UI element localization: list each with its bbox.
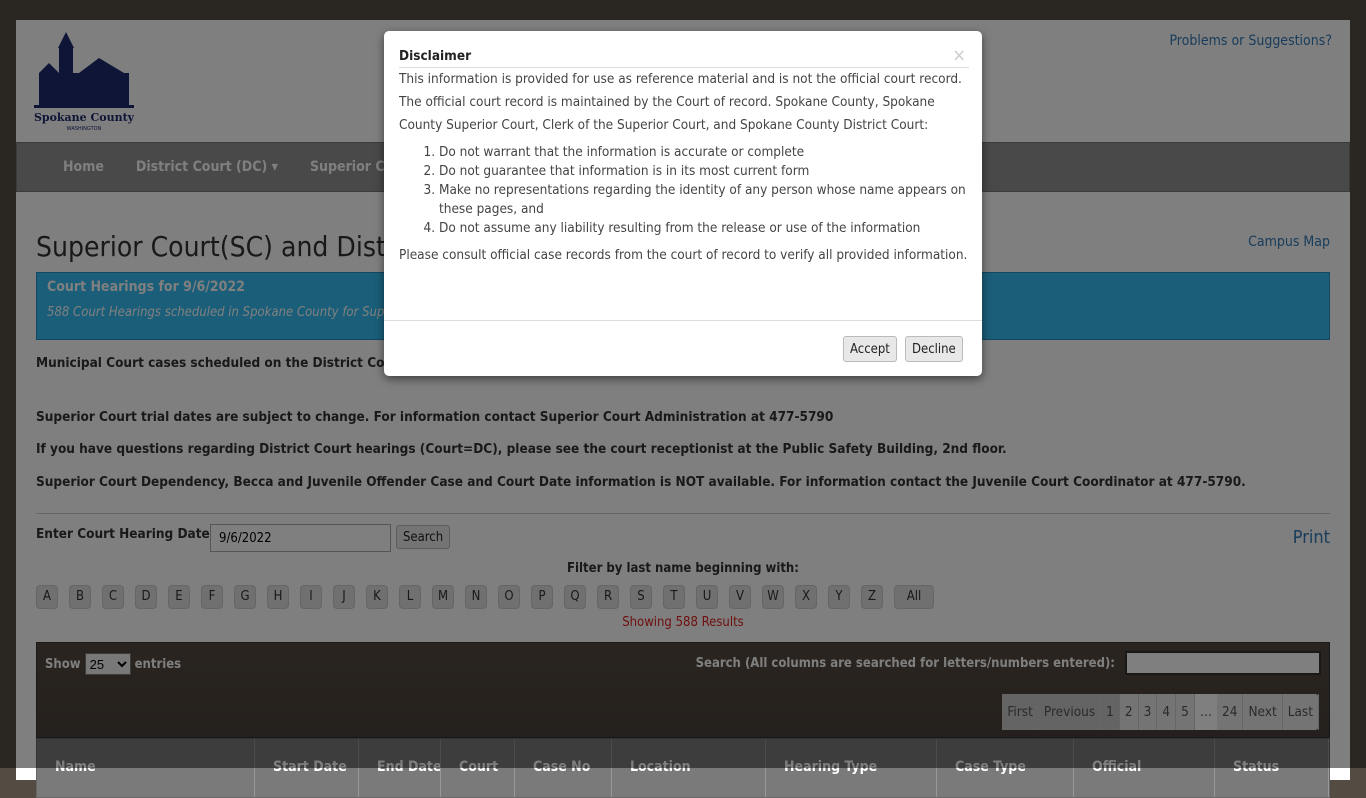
disclaimer-outro: Please consult official case records fro… <box>399 247 968 263</box>
modal-title: Disclaimer <box>399 48 472 64</box>
disclaimer-item: Make no representations regarding the id… <box>439 181 969 219</box>
accept-button[interactable]: Accept <box>843 336 897 362</box>
disclaimer-modal: Disclaimer × This information is provide… <box>384 31 982 376</box>
decline-button[interactable]: Decline <box>905 336 963 362</box>
disclaimer-item: Do not assume any liability resulting fr… <box>439 219 969 238</box>
disclaimer-item: Do not warrant that the information is a… <box>439 143 969 162</box>
close-icon[interactable]: × <box>952 45 966 66</box>
disclaimer-intro: This information is provided for use as … <box>399 71 962 133</box>
disclaimer-item: Do not guarantee that information is in … <box>439 162 969 181</box>
